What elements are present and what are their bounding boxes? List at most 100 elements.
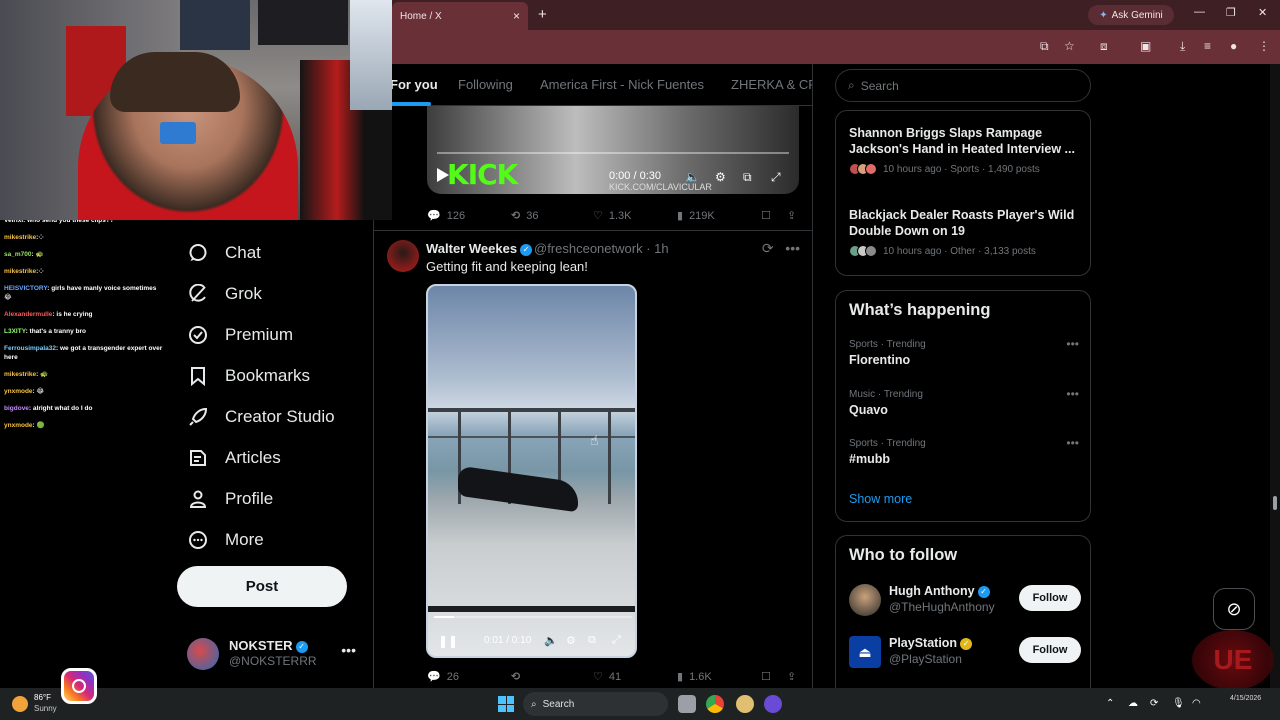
- chrome-icon[interactable]: [706, 695, 724, 713]
- tray-icon[interactable]: ⟳: [1150, 698, 1158, 709]
- volume-icon[interactable]: 🔈: [544, 634, 558, 647]
- like-button[interactable]: ♡ 1.3K: [593, 209, 632, 223]
- verified-gold-icon: ✓: [960, 637, 973, 650]
- account-menu-icon[interactable]: •••: [341, 642, 356, 658]
- chat-text: : 🐢: [31, 251, 44, 258]
- download-icon[interactable]: ⤓: [1180, 39, 1185, 54]
- chat-text: : 😂: [32, 388, 45, 395]
- avatar-stack: [849, 245, 877, 257]
- grok-float-button[interactable]: ⊘: [1213, 588, 1255, 630]
- split-view-icon[interactable]: ▣: [1140, 39, 1151, 53]
- trend-menu-icon[interactable]: •••: [1066, 436, 1079, 450]
- nav-creator-studio[interactable]: Creator Studio: [187, 406, 335, 428]
- tab-america-first[interactable]: America First - Nick Fuentes: [540, 77, 704, 92]
- taskbar-search[interactable]: ⌕ Search: [523, 692, 668, 716]
- repost-button[interactable]: ⟲ 36: [511, 209, 538, 223]
- tab-following[interactable]: Following: [458, 77, 513, 92]
- volume-icon[interactable]: 🔈: [685, 170, 700, 184]
- restore-icon[interactable]: ❐: [1226, 6, 1236, 19]
- page-scrollbar[interactable]: [1270, 64, 1280, 688]
- chat-message: Ferrousimpala32: we got a transgender ex…: [4, 344, 165, 362]
- share-icon[interactable]: ⇪: [787, 670, 796, 683]
- verified-icon: ✓: [295, 640, 308, 653]
- trend-name: Florentino: [849, 353, 911, 367]
- mic-icon[interactable]: 🎙: [1172, 698, 1185, 709]
- app-icon[interactable]: [764, 695, 782, 713]
- views-icon: ▮: [677, 210, 684, 222]
- repost-button[interactable]: ⟲: [511, 670, 520, 683]
- follow-button[interactable]: Follow: [1019, 585, 1081, 611]
- pip-icon[interactable]: ⧉: [588, 634, 596, 647]
- tray-chevron-icon[interactable]: ⌃: [1106, 698, 1114, 709]
- reading-list-icon[interactable]: ≡: [1204, 39, 1211, 53]
- nav-profile[interactable]: Profile: [187, 488, 273, 510]
- show-more-link[interactable]: Show more: [849, 492, 912, 506]
- news-item[interactable]: Shannon Briggs Slaps Rampage Jackson's H…: [849, 125, 1081, 175]
- close-window-icon[interactable]: ✕: [1258, 6, 1267, 19]
- fullscreen-icon[interactable]: ⤢: [612, 634, 621, 647]
- reply-button[interactable]: 💬 126: [427, 209, 465, 223]
- tweet2-video[interactable]: ❚❚ 0:01 / 0:10 🔈 ⚙ ⧉ ⤢: [426, 284, 637, 658]
- chat-username: ynxmode: [4, 388, 33, 395]
- tab-for-you[interactable]: For you: [390, 77, 438, 92]
- trend-menu-icon[interactable]: •••: [1066, 337, 1079, 351]
- nav-grok[interactable]: Grok: [187, 283, 262, 305]
- pause-icon[interactable]: ❚❚: [438, 634, 458, 648]
- windows-start-icon[interactable]: [498, 696, 514, 712]
- post-button[interactable]: Post: [177, 566, 347, 607]
- ask-gemini-button[interactable]: ✦ Ask Gemini: [1088, 5, 1174, 25]
- nav-articles[interactable]: Articles: [187, 447, 281, 469]
- tweet1-video[interactable]: KICK 0:00 / 0:30 KICK.COM/CLAVICULAR 🔈 ⚙…: [427, 106, 799, 194]
- fullscreen-icon[interactable]: ⤢: [771, 170, 781, 185]
- sun-icon: [12, 696, 28, 712]
- new-tab-button[interactable]: +: [538, 6, 547, 23]
- trend-item[interactable]: Music · Trending Quavo •••: [849, 387, 1081, 417]
- follow-suggestion[interactable]: Hugh Anthony ✓ @TheHughAnthony Follow: [849, 582, 1081, 618]
- views-button[interactable]: ▮ 1.6K: [677, 670, 712, 684]
- trend-item[interactable]: Sports · Trending #mubb •••: [849, 436, 1081, 466]
- extensions-icon[interactable]: ⧈: [1100, 39, 1108, 54]
- share-icon[interactable]: ⇪: [787, 209, 796, 222]
- app-icon[interactable]: [736, 695, 754, 713]
- nav-more[interactable]: More: [187, 529, 264, 551]
- nav-bookmarks[interactable]: Bookmarks: [187, 365, 310, 387]
- scrollbar-thumb[interactable]: [1273, 496, 1277, 510]
- tweet-menu-icon[interactable]: ⟳ •••: [762, 240, 800, 257]
- bookmark-button[interactable]: ☐: [761, 670, 771, 683]
- tab-title: Home / X: [400, 10, 442, 22]
- bookmark-star-icon[interactable]: ☆: [1064, 39, 1075, 53]
- trend-menu-icon[interactable]: •••: [1066, 387, 1079, 401]
- close-tab-icon[interactable]: ×: [513, 9, 520, 23]
- news-title: Blackjack Dealer Roasts Player's Wild Do…: [849, 208, 1075, 238]
- video-progress[interactable]: [434, 616, 632, 618]
- more-circle-icon: [187, 529, 209, 551]
- trend-item[interactable]: Sports · Trending Florentino •••: [849, 337, 1081, 367]
- views-button[interactable]: ▮ 219K: [677, 209, 715, 223]
- search-input[interactable]: ⌕ Search: [835, 69, 1091, 102]
- nav-chat[interactable]: Chat: [187, 242, 261, 264]
- pip-icon[interactable]: ⧉: [743, 170, 752, 185]
- taskbar-clock[interactable]: 4/15/2026: [1230, 694, 1261, 703]
- menu-icon[interactable]: ⋮: [1258, 39, 1270, 53]
- wifi-icon[interactable]: ◠: [1192, 698, 1201, 709]
- follow-suggestion[interactable]: ⏏ PlayStation ✓ @PlayStation Follow: [849, 634, 1081, 670]
- task-view-icon[interactable]: [678, 695, 696, 713]
- profile-icon[interactable]: ●: [1230, 39, 1237, 53]
- install-icon[interactable]: ⧉: [1040, 39, 1049, 54]
- minimize-icon[interactable]: —: [1194, 6, 1205, 18]
- like-button[interactable]: ♡ 41: [593, 670, 621, 684]
- nav-premium[interactable]: Premium: [187, 324, 293, 346]
- reply-button[interactable]: 💬 26: [427, 670, 459, 684]
- settings-gear-icon[interactable]: ⚙: [715, 170, 726, 184]
- news-item[interactable]: Blackjack Dealer Roasts Player's Wild Do…: [849, 207, 1081, 257]
- trend-context: Music · Trending: [849, 389, 923, 400]
- follow-button[interactable]: Follow: [1019, 637, 1081, 663]
- settings-gear-icon[interactable]: ⚙: [566, 634, 576, 647]
- tab-home-x[interactable]: Home / X ×: [392, 2, 528, 30]
- account-switcher[interactable]: NOKSTER ✓ @NOKSTERRR •••: [187, 636, 362, 670]
- tab-zherka[interactable]: ZHERKA & CR: [731, 77, 812, 92]
- bookmark-button[interactable]: ☐: [761, 209, 771, 222]
- chat-text: :⁘: [36, 268, 44, 275]
- whats-happening-title: What’s happening: [849, 301, 991, 319]
- tray-icon[interactable]: ☁: [1128, 698, 1138, 709]
